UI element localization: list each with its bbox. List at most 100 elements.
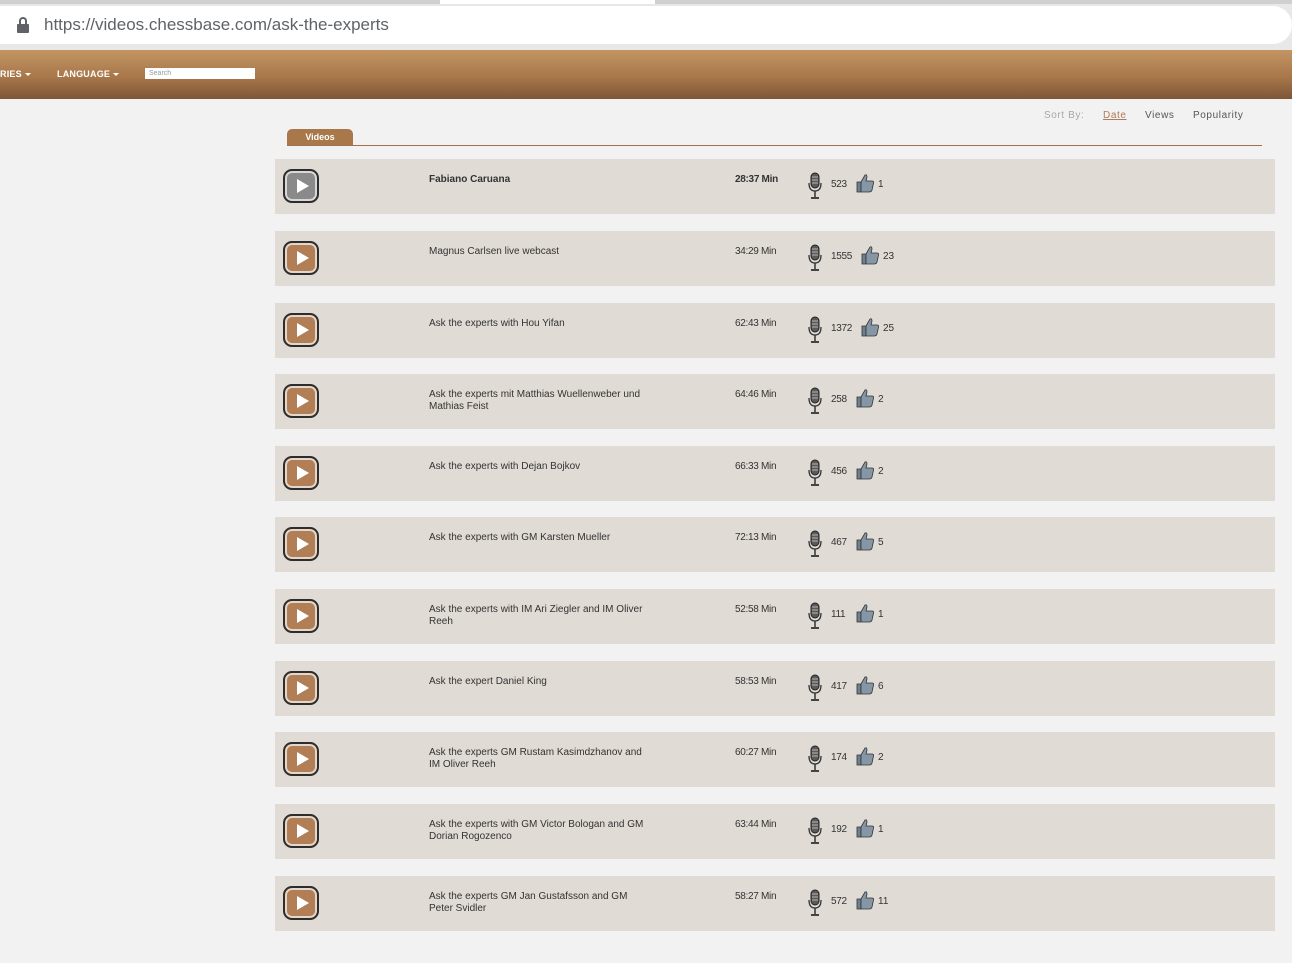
video-title[interactable]: Ask the experts with GM Victor Bologan a… bbox=[429, 819, 654, 843]
caret-down-icon bbox=[113, 73, 120, 77]
like-count: 2 bbox=[878, 394, 884, 405]
video-duration: 64:46 Min bbox=[735, 389, 777, 400]
video-row[interactable]: Ask the experts with Hou Yifan 62:43 Min 1… bbox=[275, 303, 1275, 358]
video-title[interactable]: Ask the experts GM Rustam Kasimdzhanov a… bbox=[429, 747, 654, 771]
like-count: 23 bbox=[883, 251, 895, 262]
browser-chrome: https://videos.chessbase.com/ask-the-exp… bbox=[0, 0, 1292, 50]
video-title[interactable]: Ask the experts with IM Ari Ziegler and … bbox=[429, 604, 654, 628]
view-count: 456 bbox=[831, 466, 847, 477]
video-duration: 28:37 Min bbox=[735, 174, 778, 185]
view-count: 258 bbox=[831, 394, 847, 405]
thumbs-up-icon[interactable] bbox=[860, 317, 880, 337]
play-icon bbox=[297, 896, 309, 910]
like-count: 1 bbox=[878, 824, 884, 835]
view-count: 523 bbox=[831, 179, 847, 190]
play-icon bbox=[297, 752, 309, 766]
play-button[interactable] bbox=[283, 886, 319, 920]
play-button[interactable] bbox=[283, 241, 319, 275]
sort-option-date[interactable]: Date bbox=[1103, 110, 1127, 121]
video-row[interactable]: Fabiano Caruana 28:37 Min 523 1 bbox=[275, 159, 1275, 214]
like-count: 1 bbox=[878, 179, 884, 190]
view-count: 192 bbox=[831, 824, 847, 835]
search-input[interactable]: Search bbox=[145, 68, 255, 79]
play-button[interactable] bbox=[283, 169, 319, 203]
view-count: 1372 bbox=[831, 323, 853, 334]
microphone-icon bbox=[808, 817, 822, 845]
play-button[interactable] bbox=[283, 313, 319, 347]
play-button[interactable] bbox=[283, 814, 319, 848]
video-duration: 60:27 Min bbox=[735, 747, 777, 758]
view-count: 111 bbox=[831, 609, 846, 620]
video-title[interactable]: Magnus Carlsen live webcast bbox=[429, 246, 654, 258]
video-row[interactable]: Ask the experts with IM Ari Ziegler and … bbox=[275, 589, 1275, 644]
play-button[interactable] bbox=[283, 599, 319, 633]
play-button[interactable] bbox=[283, 527, 319, 561]
tab-videos[interactable]: Videos bbox=[287, 129, 353, 146]
thumbs-up-icon[interactable] bbox=[855, 675, 875, 695]
nav-language-dropdown[interactable]: LANGUAGE bbox=[57, 69, 120, 79]
like-count: 2 bbox=[878, 466, 884, 477]
video-duration: 72:13 Min bbox=[735, 532, 777, 543]
video-title[interactable]: Ask the experts with Hou Yifan bbox=[429, 318, 654, 330]
sort-option-popularity[interactable]: Popularity bbox=[1193, 110, 1243, 121]
video-duration: 58:27 Min bbox=[735, 891, 777, 902]
video-row[interactable]: Ask the experts GM Jan Gustafsson and GM… bbox=[275, 876, 1275, 931]
play-button[interactable] bbox=[283, 671, 319, 705]
thumbs-up-icon[interactable] bbox=[855, 388, 875, 408]
like-count: 6 bbox=[878, 681, 884, 692]
play-icon bbox=[297, 179, 309, 193]
like-count: 2 bbox=[878, 752, 884, 763]
video-row[interactable]: Ask the experts with GM Karsten Mueller 7… bbox=[275, 517, 1275, 572]
like-count: 1 bbox=[878, 609, 884, 620]
sort-label: Sort By: bbox=[1044, 110, 1085, 121]
nav-categories-label: RIES bbox=[0, 69, 22, 79]
url-path: /ask-the-experts bbox=[267, 15, 389, 34]
video-duration: 63:44 Min bbox=[735, 819, 777, 830]
thumbs-up-icon[interactable] bbox=[855, 460, 875, 480]
video-duration: 62:43 Min bbox=[735, 318, 777, 329]
lock-icon[interactable] bbox=[16, 17, 30, 33]
nav-language-label: LANGUAGE bbox=[57, 69, 111, 79]
video-row[interactable]: Ask the expert Daniel King 58:53 Min 417 6 bbox=[275, 661, 1275, 716]
video-duration: 58:53 Min bbox=[735, 676, 777, 687]
tab-divider bbox=[287, 145, 1262, 146]
like-count: 25 bbox=[883, 323, 895, 334]
thumbs-up-icon[interactable] bbox=[855, 746, 875, 766]
address-bar[interactable]: https://videos.chessbase.com/ask-the-exp… bbox=[0, 6, 1292, 44]
sort-option-views[interactable]: Views bbox=[1145, 110, 1175, 121]
video-row[interactable]: Ask the experts with Dejan Bojkov 66:33 M… bbox=[275, 446, 1275, 501]
microphone-icon bbox=[808, 674, 822, 702]
thumbs-up-icon[interactable] bbox=[855, 818, 875, 838]
microphone-icon bbox=[808, 889, 822, 917]
like-count: 11 bbox=[878, 896, 889, 907]
active-browser-tab[interactable] bbox=[440, 0, 655, 4]
view-count: 174 bbox=[831, 752, 847, 763]
play-button[interactable] bbox=[283, 742, 319, 776]
video-row[interactable]: Ask the experts GM Rustam Kasimdzhanov a… bbox=[275, 732, 1275, 787]
play-icon bbox=[297, 824, 309, 838]
video-title[interactable]: Fabiano Caruana bbox=[429, 174, 654, 186]
video-row[interactable]: Magnus Carlsen live webcast 34:29 Min 1555… bbox=[275, 231, 1275, 286]
video-duration: 34:29 Min bbox=[735, 246, 777, 257]
view-count: 1555 bbox=[831, 251, 853, 262]
url-text[interactable]: https://videos.chessbase.com/ask-the-exp… bbox=[44, 15, 389, 35]
thumbs-up-icon[interactable] bbox=[860, 245, 880, 265]
video-title[interactable]: Ask the experts GM Jan Gustafsson and GM… bbox=[429, 891, 654, 915]
video-title[interactable]: Ask the expert Daniel King bbox=[429, 676, 654, 688]
video-title[interactable]: Ask the experts with Dejan Bojkov bbox=[429, 461, 654, 473]
video-row[interactable]: Ask the experts with GM Victor Bologan a… bbox=[275, 804, 1275, 859]
nav-categories-dropdown[interactable]: RIES bbox=[0, 69, 31, 79]
play-button[interactable] bbox=[283, 384, 319, 418]
play-icon bbox=[297, 466, 309, 480]
thumbs-up-icon[interactable] bbox=[855, 890, 875, 910]
thumbs-up-icon[interactable] bbox=[855, 173, 875, 193]
play-icon bbox=[297, 394, 309, 408]
site-navbar: RIES LANGUAGE Search bbox=[0, 50, 1292, 99]
play-button[interactable] bbox=[283, 456, 319, 490]
thumbs-up-icon[interactable] bbox=[855, 531, 875, 551]
view-count: 572 bbox=[831, 896, 847, 907]
video-title[interactable]: Ask the experts mit Matthias Wuellenwebe… bbox=[429, 389, 654, 413]
video-row[interactable]: Ask the experts mit Matthias Wuellenwebe… bbox=[275, 374, 1275, 429]
thumbs-up-icon[interactable] bbox=[855, 603, 875, 623]
video-title[interactable]: Ask the experts with GM Karsten Mueller bbox=[429, 532, 654, 544]
